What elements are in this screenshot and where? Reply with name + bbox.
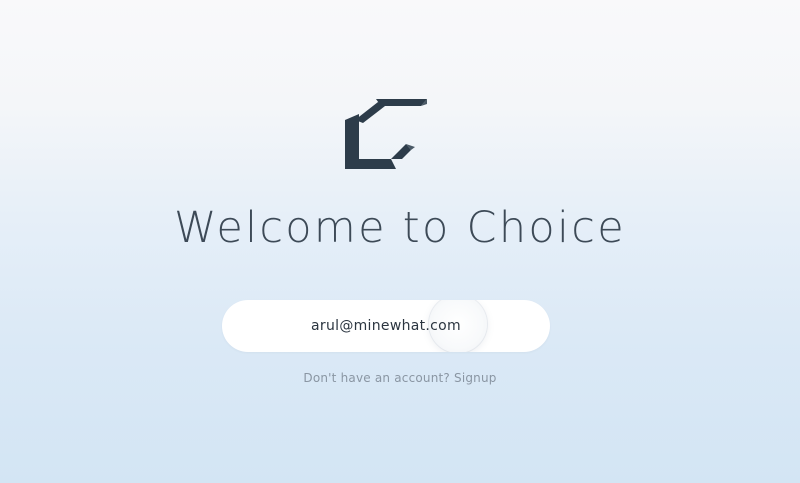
email-value: arul@minewhat.com <box>311 318 461 334</box>
signup-prompt: Don't have an account? <box>303 371 450 385</box>
page-title: Welcome to Choice <box>174 203 626 253</box>
choice-logo-icon <box>345 99 427 169</box>
email-field[interactable]: arul@minewhat.com <box>222 300 550 352</box>
signup-prompt-line: Don't have an account? Signup <box>0 371 800 385</box>
signup-link[interactable]: Signup <box>454 371 497 385</box>
